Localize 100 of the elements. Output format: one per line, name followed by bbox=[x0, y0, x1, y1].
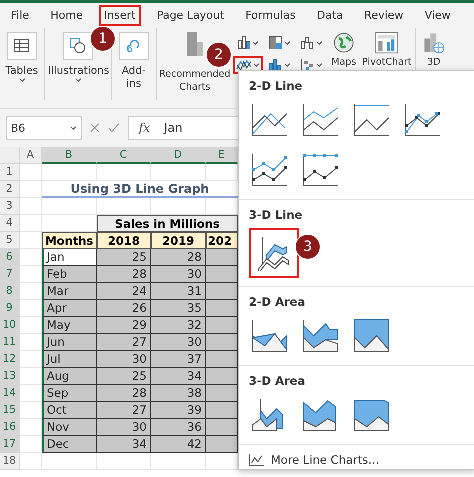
row-header[interactable]: 6 bbox=[0, 249, 20, 266]
formula-value: Jan bbox=[164, 121, 183, 135]
row-header[interactable]: 15 bbox=[0, 402, 20, 419]
treemap-icon bbox=[269, 36, 283, 50]
row-header[interactable]: 9 bbox=[0, 300, 20, 317]
caret-icon bbox=[70, 126, 77, 130]
row-header[interactable]: 17 bbox=[0, 436, 20, 453]
month-cell[interactable]: Feb bbox=[42, 266, 97, 283]
row-header[interactable]: 12 bbox=[0, 351, 20, 368]
month-cell[interactable]: Jun bbox=[42, 334, 97, 351]
value-cell[interactable] bbox=[206, 351, 238, 368]
row-header[interactable]: 18 bbox=[0, 453, 20, 470]
ribbon-button[interactable] bbox=[119, 32, 149, 60]
value-cell[interactable] bbox=[206, 436, 238, 453]
value-cell[interactable] bbox=[206, 249, 238, 266]
value-cell[interactable]: 26 bbox=[97, 300, 151, 317]
value-cell[interactable]: 36 bbox=[151, 419, 206, 436]
row-header[interactable]: 16 bbox=[0, 419, 20, 436]
row-header[interactable]: 1 bbox=[0, 164, 20, 181]
value-cell[interactable]: 24 bbox=[97, 283, 151, 300]
month-cell[interactable]: Dec bbox=[42, 436, 97, 453]
ribbon-button[interactable] bbox=[63, 32, 93, 60]
row-header[interactable]: 2 bbox=[0, 181, 20, 198]
ribbon-tab[interactable]: Formulas bbox=[240, 5, 301, 26]
ribbon-tab[interactable]: Home bbox=[46, 5, 88, 26]
value-cell[interactable]: 35 bbox=[151, 300, 206, 317]
ribbon-tab[interactable]: File bbox=[6, 5, 34, 26]
full-area-chart-icon bbox=[353, 318, 391, 354]
month-cell[interactable]: Oct bbox=[42, 402, 97, 419]
month-cell[interactable]: May bbox=[42, 317, 97, 334]
row-header[interactable]: 4 bbox=[0, 215, 20, 232]
value-cell[interactable]: 34 bbox=[97, 436, 151, 453]
column-header[interactable]: C bbox=[97, 147, 151, 164]
value-cell[interactable] bbox=[206, 300, 238, 317]
ribbon-tab[interactable]: Page Layout bbox=[152, 5, 230, 26]
name-box[interactable]: B6 bbox=[6, 116, 82, 140]
value-cell[interactable]: 29 bbox=[97, 317, 151, 334]
chart-option[interactable] bbox=[249, 228, 299, 278]
value-cell[interactable]: 27 bbox=[97, 402, 151, 419]
function-label[interactable]: fx bbox=[139, 121, 150, 135]
row-header[interactable]: 5 bbox=[0, 232, 20, 249]
column-header[interactable]: A bbox=[20, 147, 42, 164]
row-header[interactable]: 13 bbox=[0, 368, 20, 385]
more-charts-item[interactable]: More Line Charts... bbox=[239, 445, 474, 475]
value-cell[interactable]: 25 bbox=[97, 249, 151, 266]
value-cell[interactable] bbox=[206, 368, 238, 385]
column-header[interactable]: D bbox=[151, 147, 206, 164]
value-cell[interactable]: 28 bbox=[97, 385, 151, 402]
ribbon-button[interactable] bbox=[7, 32, 37, 60]
row-header[interactable]: 10 bbox=[0, 317, 20, 334]
row-header[interactable]: 11 bbox=[0, 334, 20, 351]
value-cell[interactable]: 31 bbox=[151, 283, 206, 300]
value-cell[interactable] bbox=[206, 334, 238, 351]
value-cell[interactable]: 28 bbox=[97, 266, 151, 283]
value-cell[interactable]: 28 bbox=[151, 249, 206, 266]
value-cell[interactable]: 38 bbox=[151, 385, 206, 402]
month-cell[interactable]: Jan bbox=[42, 249, 97, 266]
ribbon-tab[interactable]: Data bbox=[312, 5, 348, 26]
value-cell[interactable]: 39 bbox=[151, 402, 206, 419]
value-cell[interactable]: 30 bbox=[151, 266, 206, 283]
ribbon-label[interactable]: Recommended Charts bbox=[158, 68, 232, 94]
month-cell[interactable]: Jul bbox=[42, 351, 97, 368]
section-title: 2-D Area bbox=[249, 295, 306, 309]
value-cell[interactable] bbox=[206, 283, 238, 300]
value-cell[interactable] bbox=[206, 385, 238, 402]
month-cell[interactable]: Mar bbox=[42, 283, 97, 300]
ribbon-label[interactable]: Illustrations bbox=[48, 65, 108, 78]
value-cell[interactable]: 30 bbox=[97, 419, 151, 436]
month-cell[interactable]: Nov bbox=[42, 419, 97, 436]
row-header[interactable]: 14 bbox=[0, 385, 20, 402]
value-cell[interactable] bbox=[206, 402, 238, 419]
value-cell[interactable]: 25 bbox=[97, 368, 151, 385]
value-cell[interactable]: 34 bbox=[151, 368, 206, 385]
row-header[interactable]: 7 bbox=[0, 266, 20, 283]
cancel-icon[interactable] bbox=[90, 123, 100, 133]
value-cell[interactable]: 30 bbox=[97, 351, 151, 368]
month-cell[interactable]: Sep bbox=[42, 385, 97, 402]
value-cell[interactable]: 27 bbox=[97, 334, 151, 351]
ribbon-label[interactable]: Add-ins bbox=[117, 65, 151, 91]
ribbon-label[interactable]: Maps bbox=[329, 56, 359, 69]
value-cell[interactable]: 42 bbox=[151, 436, 206, 453]
ribbon-label[interactable]: 3D bbox=[416, 56, 452, 69]
value-cell[interactable] bbox=[206, 266, 238, 283]
value-cell[interactable]: 30 bbox=[151, 334, 206, 351]
check-icon[interactable] bbox=[108, 123, 120, 133]
value-cell[interactable]: 32 bbox=[151, 317, 206, 334]
ribbon-tab[interactable]: Insert bbox=[99, 5, 141, 26]
ribbon-label[interactable]: PivotChart bbox=[359, 56, 415, 69]
row-header[interactable]: 3 bbox=[0, 198, 20, 215]
value-cell[interactable]: 37 bbox=[151, 351, 206, 368]
value-cell[interactable] bbox=[206, 317, 238, 334]
column-header[interactable]: E bbox=[206, 147, 238, 164]
month-cell[interactable]: Aug bbox=[42, 368, 97, 385]
value-cell[interactable] bbox=[206, 419, 238, 436]
row-header[interactable]: 8 bbox=[0, 283, 20, 300]
month-cell[interactable]: Apr bbox=[42, 300, 97, 317]
addin-icon bbox=[126, 38, 142, 54]
ribbon-tab[interactable]: View bbox=[420, 5, 456, 26]
ribbon-tab[interactable]: Review bbox=[359, 5, 409, 26]
column-header[interactable]: B bbox=[42, 147, 97, 164]
